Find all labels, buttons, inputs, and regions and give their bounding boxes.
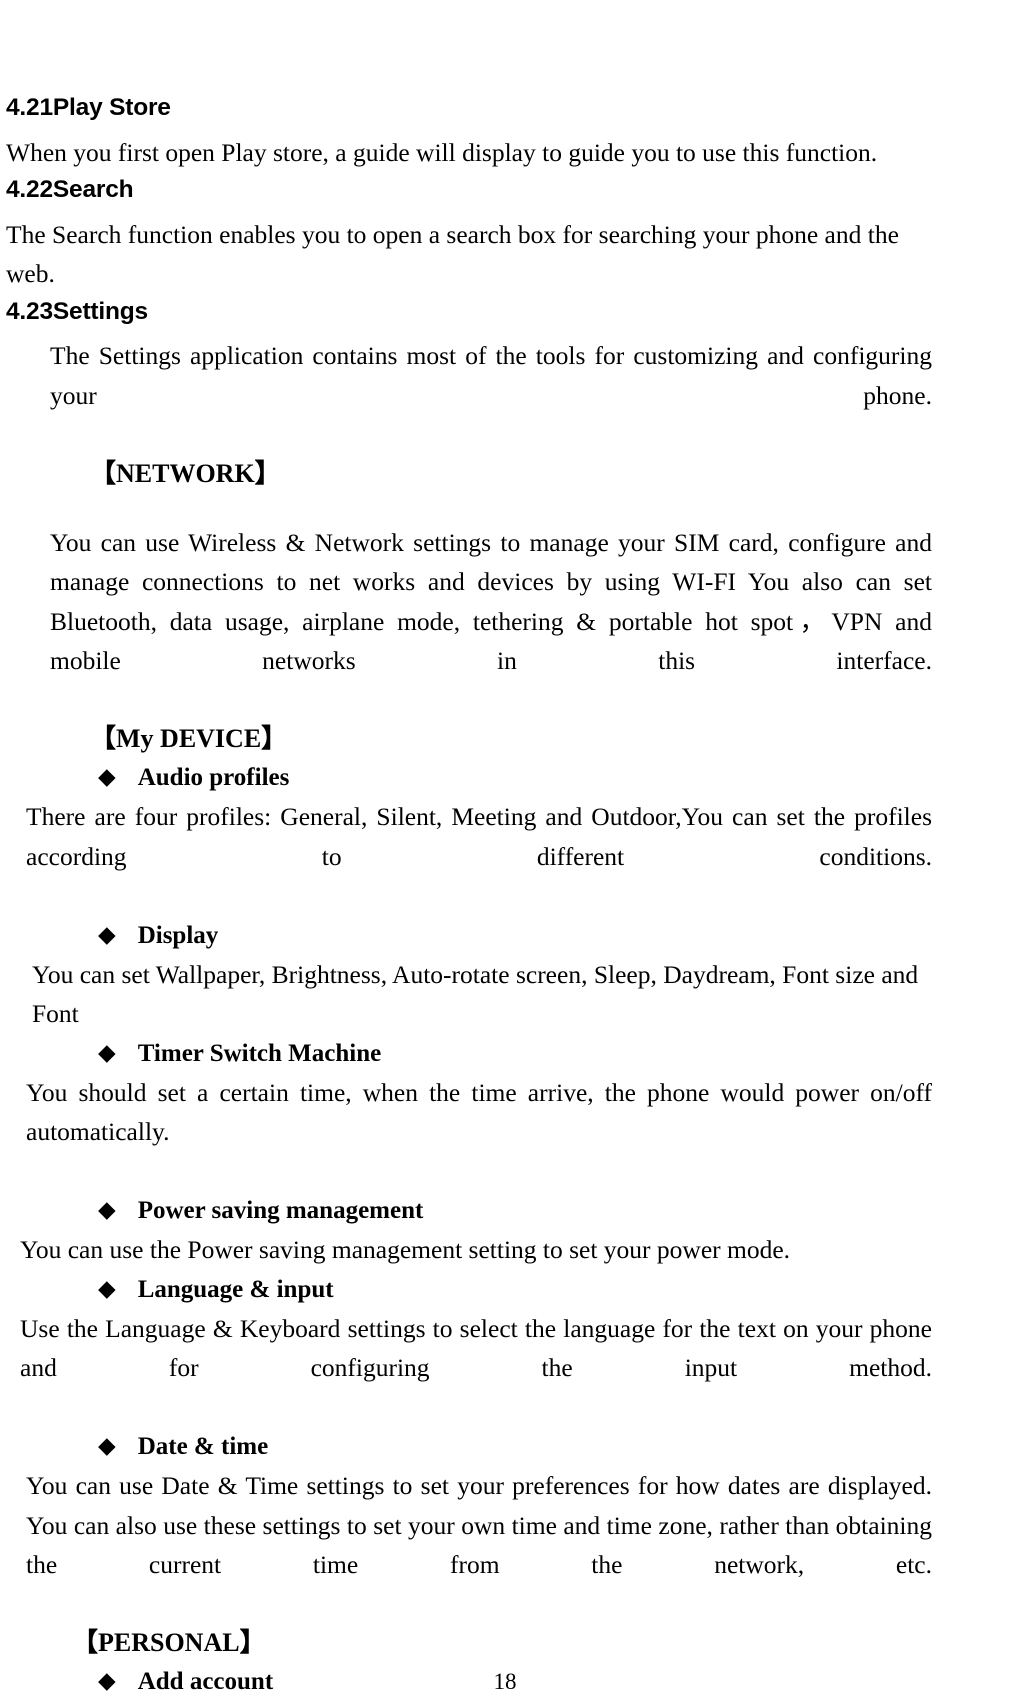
paragraph-settings-intro: The Settings application contains most o… bbox=[50, 341, 932, 410]
heading-number: 4.21 bbox=[6, 94, 53, 121]
diamond-bullet-icon: ◆ bbox=[98, 1275, 116, 1301]
paragraph-network: You can use Wireless & Network settings … bbox=[50, 527, 932, 676]
group-heading-personal: 【PERSONAL】 bbox=[72, 1628, 266, 1657]
diamond-bullet-icon: ◆ bbox=[98, 764, 116, 789]
diamond-bullet-icon: ◆ bbox=[98, 1433, 116, 1458]
diamond-bullet-icon: ◆ bbox=[98, 921, 116, 947]
paragraph-date-time: You can use Date & Time settings to set … bbox=[26, 1471, 932, 1579]
bullet-label: Power saving management bbox=[137, 1197, 424, 1224]
heading-search: 4.22Search bbox=[6, 176, 932, 203]
heading-title: Settings bbox=[52, 297, 148, 325]
group-heading-my-device: 【My DEVICE】 bbox=[90, 724, 288, 753]
paragraph-search: The Search function enables you to open … bbox=[6, 219, 899, 289]
bullet-item-date-time: ◆ Date & time bbox=[6, 1427, 932, 1466]
diamond-bullet-icon: ◆ bbox=[98, 1197, 116, 1222]
bullet-item-power-saving-management: ◆ Power saving management bbox=[6, 1191, 932, 1230]
manual-page: 4.21Play Store When you first open Play … bbox=[0, 0, 1010, 1702]
heading-title: Search bbox=[52, 176, 134, 203]
paragraph-play-store: When you first open Play store, a guide … bbox=[6, 137, 878, 167]
paragraph-audio-profiles: There are four profiles: General, Silent… bbox=[26, 802, 932, 871]
bullet-item-language-input: ◆ Language & input bbox=[6, 1270, 932, 1309]
page-number: 18 bbox=[493, 1669, 517, 1694]
bullet-label: Date & time bbox=[137, 1433, 269, 1460]
bullet-label: Audio profiles bbox=[137, 764, 290, 791]
bullet-label: Timer Switch Machine bbox=[137, 1039, 382, 1067]
paragraph-power-saving-management: You can use the Power saving management … bbox=[20, 1235, 791, 1264]
heading-title: Play Store bbox=[52, 94, 171, 121]
bullet-item-display: ◆ Display bbox=[6, 916, 932, 955]
page-content: 4.21Play Store When you first open Play … bbox=[6, 94, 932, 1702]
bullet-label: Language & input bbox=[137, 1275, 334, 1303]
bullet-item-timer-switch-machine: ◆ Timer Switch Machine bbox=[6, 1034, 932, 1073]
diamond-bullet-icon: ◆ bbox=[98, 1039, 116, 1065]
group-heading-network: 【NETWORK】 bbox=[90, 458, 281, 488]
paragraph-display: You can set Wallpaper, Brightness, Auto-… bbox=[32, 959, 919, 1029]
heading-number: 4.23 bbox=[6, 297, 53, 325]
paragraph-timer-switch-machine: You should set a certain time, when the … bbox=[26, 1077, 932, 1147]
paragraph-language-input: Use the Language & Keyboard settings to … bbox=[20, 1313, 932, 1383]
bullet-item-audio-profiles: ◆ Audio profiles bbox=[6, 758, 932, 797]
heading-play-store: 4.21Play Store bbox=[6, 94, 932, 121]
heading-settings: 4.23Settings bbox=[6, 297, 932, 325]
bullet-label: Display bbox=[137, 921, 219, 949]
heading-number: 4.22 bbox=[6, 176, 53, 203]
